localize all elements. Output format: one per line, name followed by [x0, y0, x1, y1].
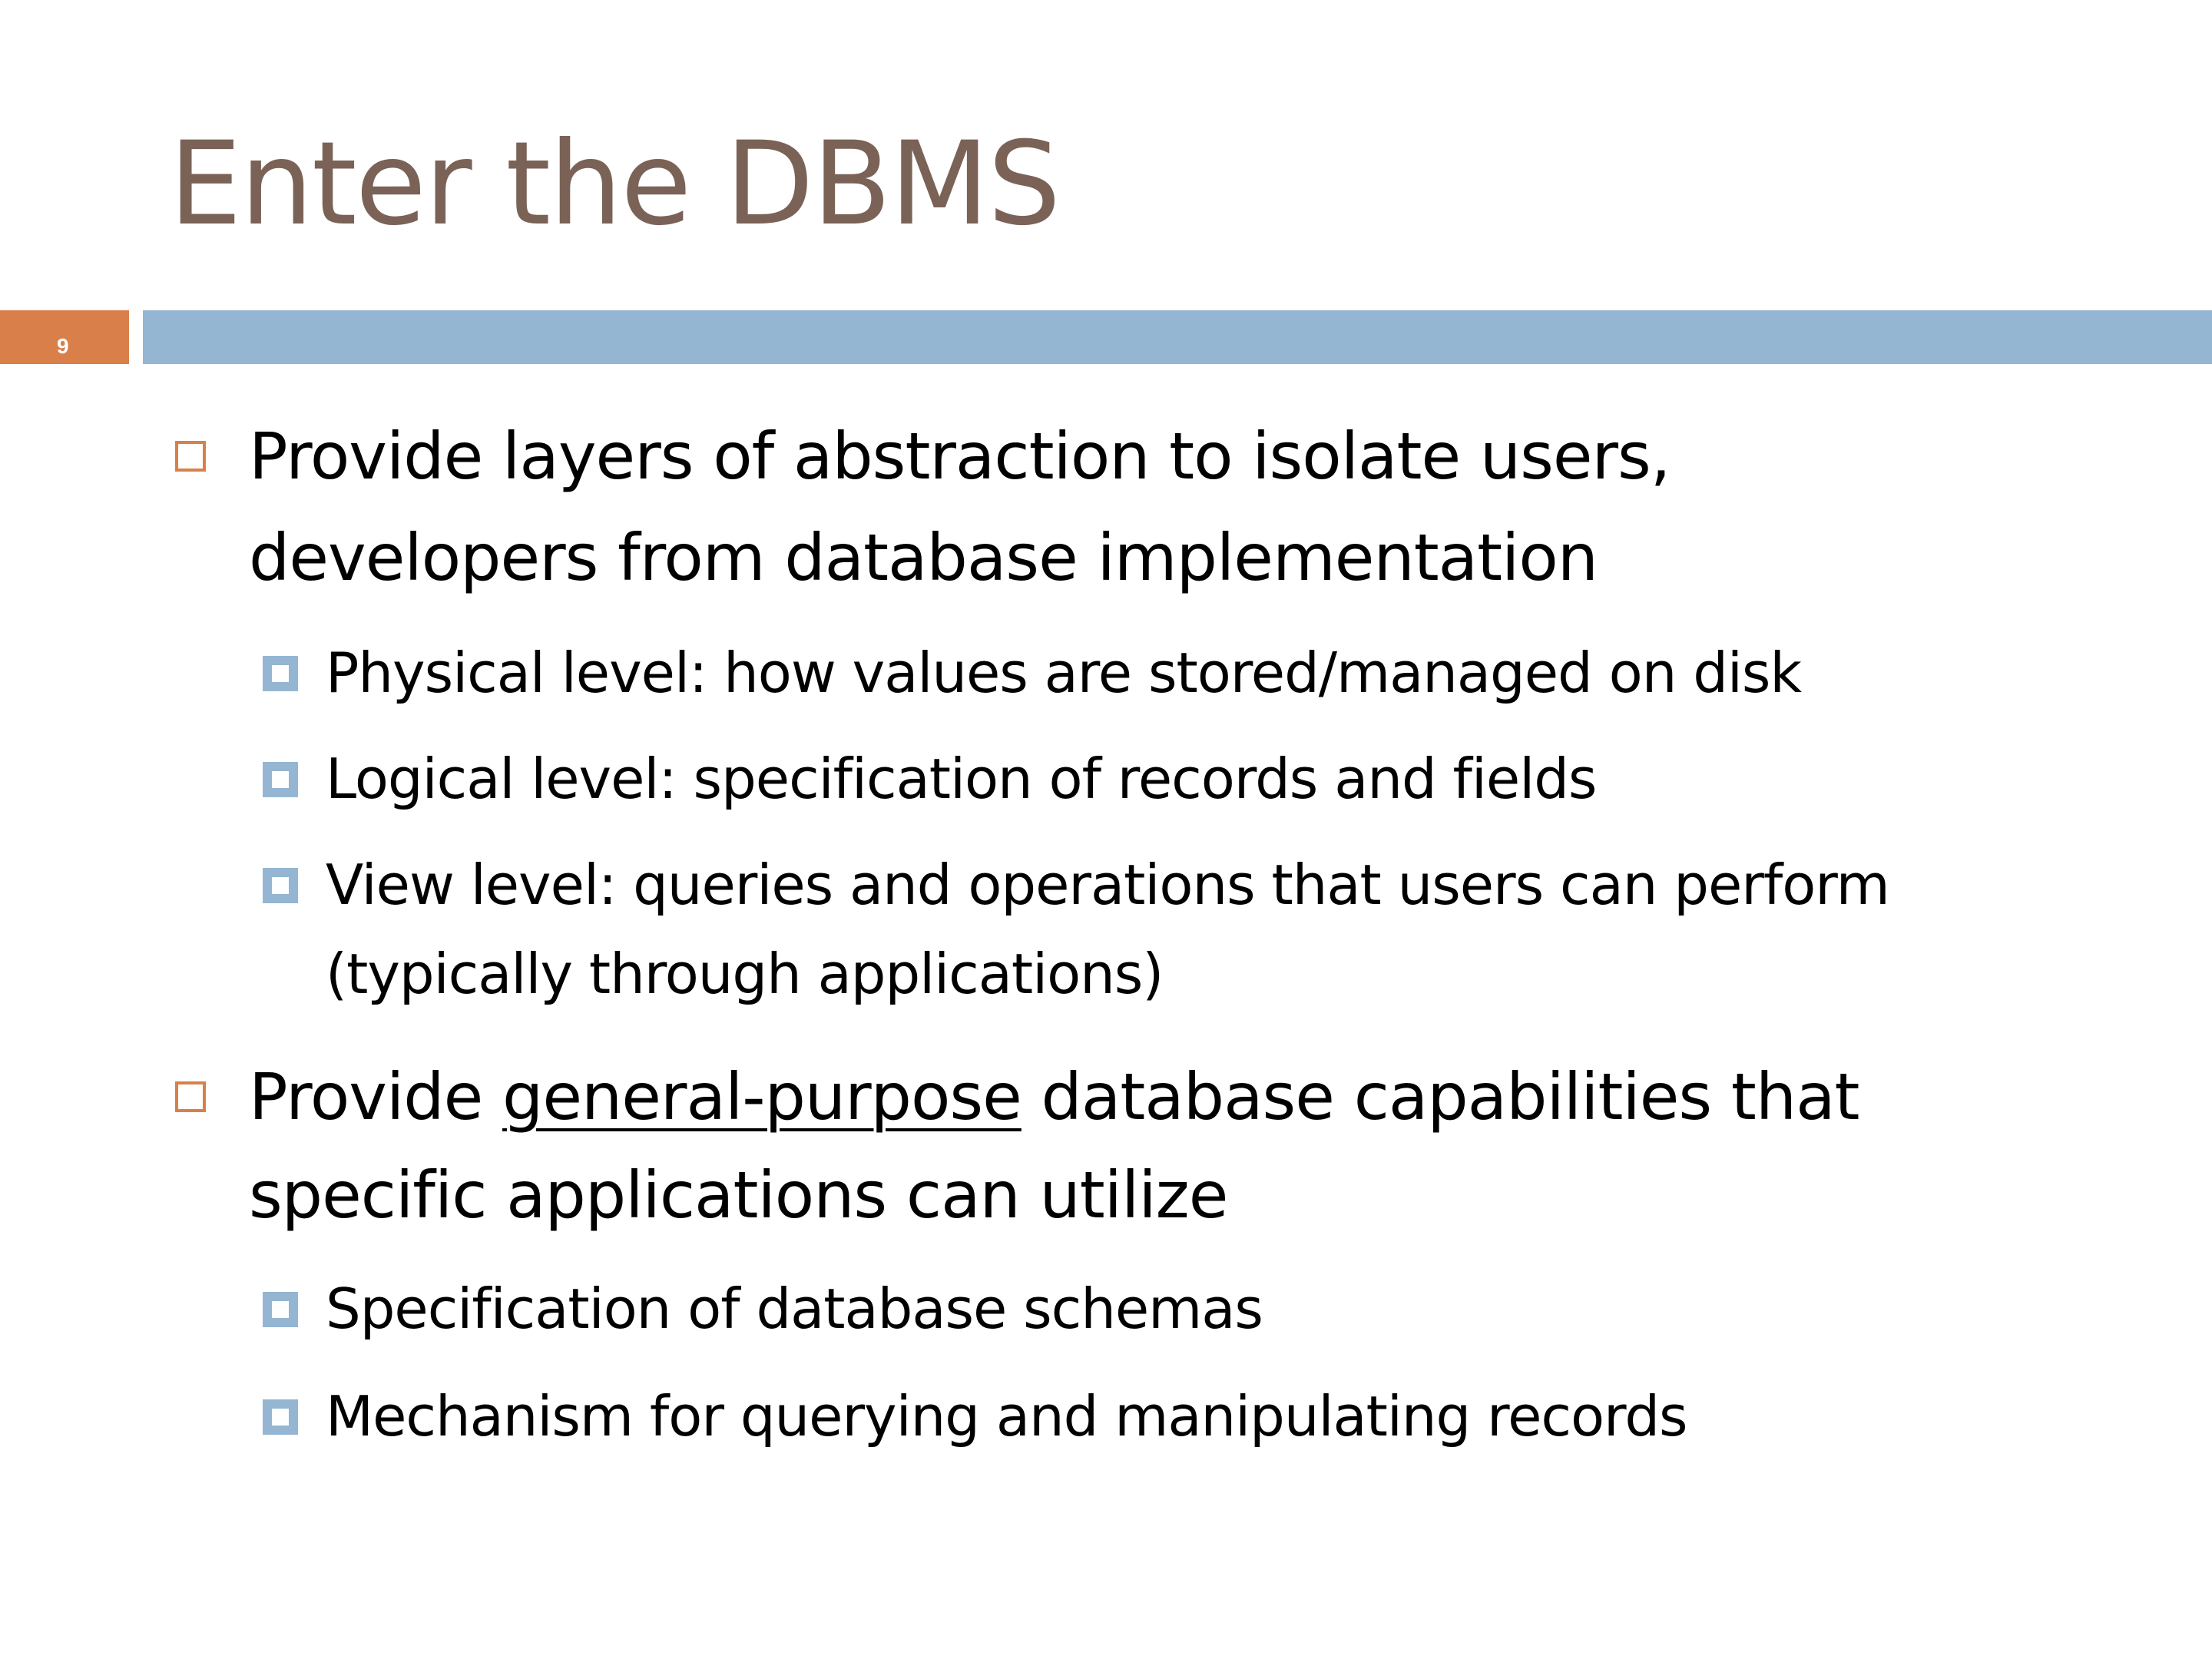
bullet-2-text-post: database capabilities that — [1021, 1059, 1860, 1134]
sub-bullet-physical-level: Physical level: how values are stored/ma… — [326, 641, 1802, 705]
accent-bar — [143, 310, 2212, 364]
square-sub-bullet-icon — [263, 1399, 298, 1435]
general-purpose-underlined: general-purpose — [502, 1059, 1022, 1134]
slide-number: 9 — [57, 334, 69, 358]
slide: Enter the DBMS 9 Provide layers of abstr… — [0, 0, 2212, 1659]
bullet-1-line-1: Provide layers of abstraction to isolate… — [249, 419, 1671, 494]
square-sub-bullet-icon — [263, 1292, 298, 1327]
bullet-2-text-pre: Provide — [249, 1059, 503, 1134]
square-bullet-icon — [175, 441, 206, 472]
slide-title: Enter the DBMS — [169, 118, 1061, 251]
sub-bullet-view-level-line-1: View level: queries and operations that … — [326, 853, 1890, 917]
sub-bullet-logical-level: Logical level: specification of records … — [326, 747, 1597, 811]
square-sub-bullet-icon — [263, 868, 298, 903]
square-sub-bullet-icon — [263, 762, 298, 797]
square-bullet-icon — [175, 1081, 206, 1112]
square-sub-bullet-icon — [263, 656, 298, 691]
sub-bullet-querying: Mechanism for querying and manipulating … — [326, 1384, 1688, 1449]
bullet-2-line-2: specific applications can utilize — [249, 1157, 1228, 1233]
sub-bullet-view-level-line-2: (typically through applications) — [326, 942, 1164, 1006]
sub-bullet-schemas: Specification of database schemas — [326, 1277, 1263, 1341]
bullet-1-line-2: developers from database implementation — [249, 520, 1598, 595]
bullet-2-line-1: Provide general-purpose database capabil… — [249, 1046, 1859, 1147]
